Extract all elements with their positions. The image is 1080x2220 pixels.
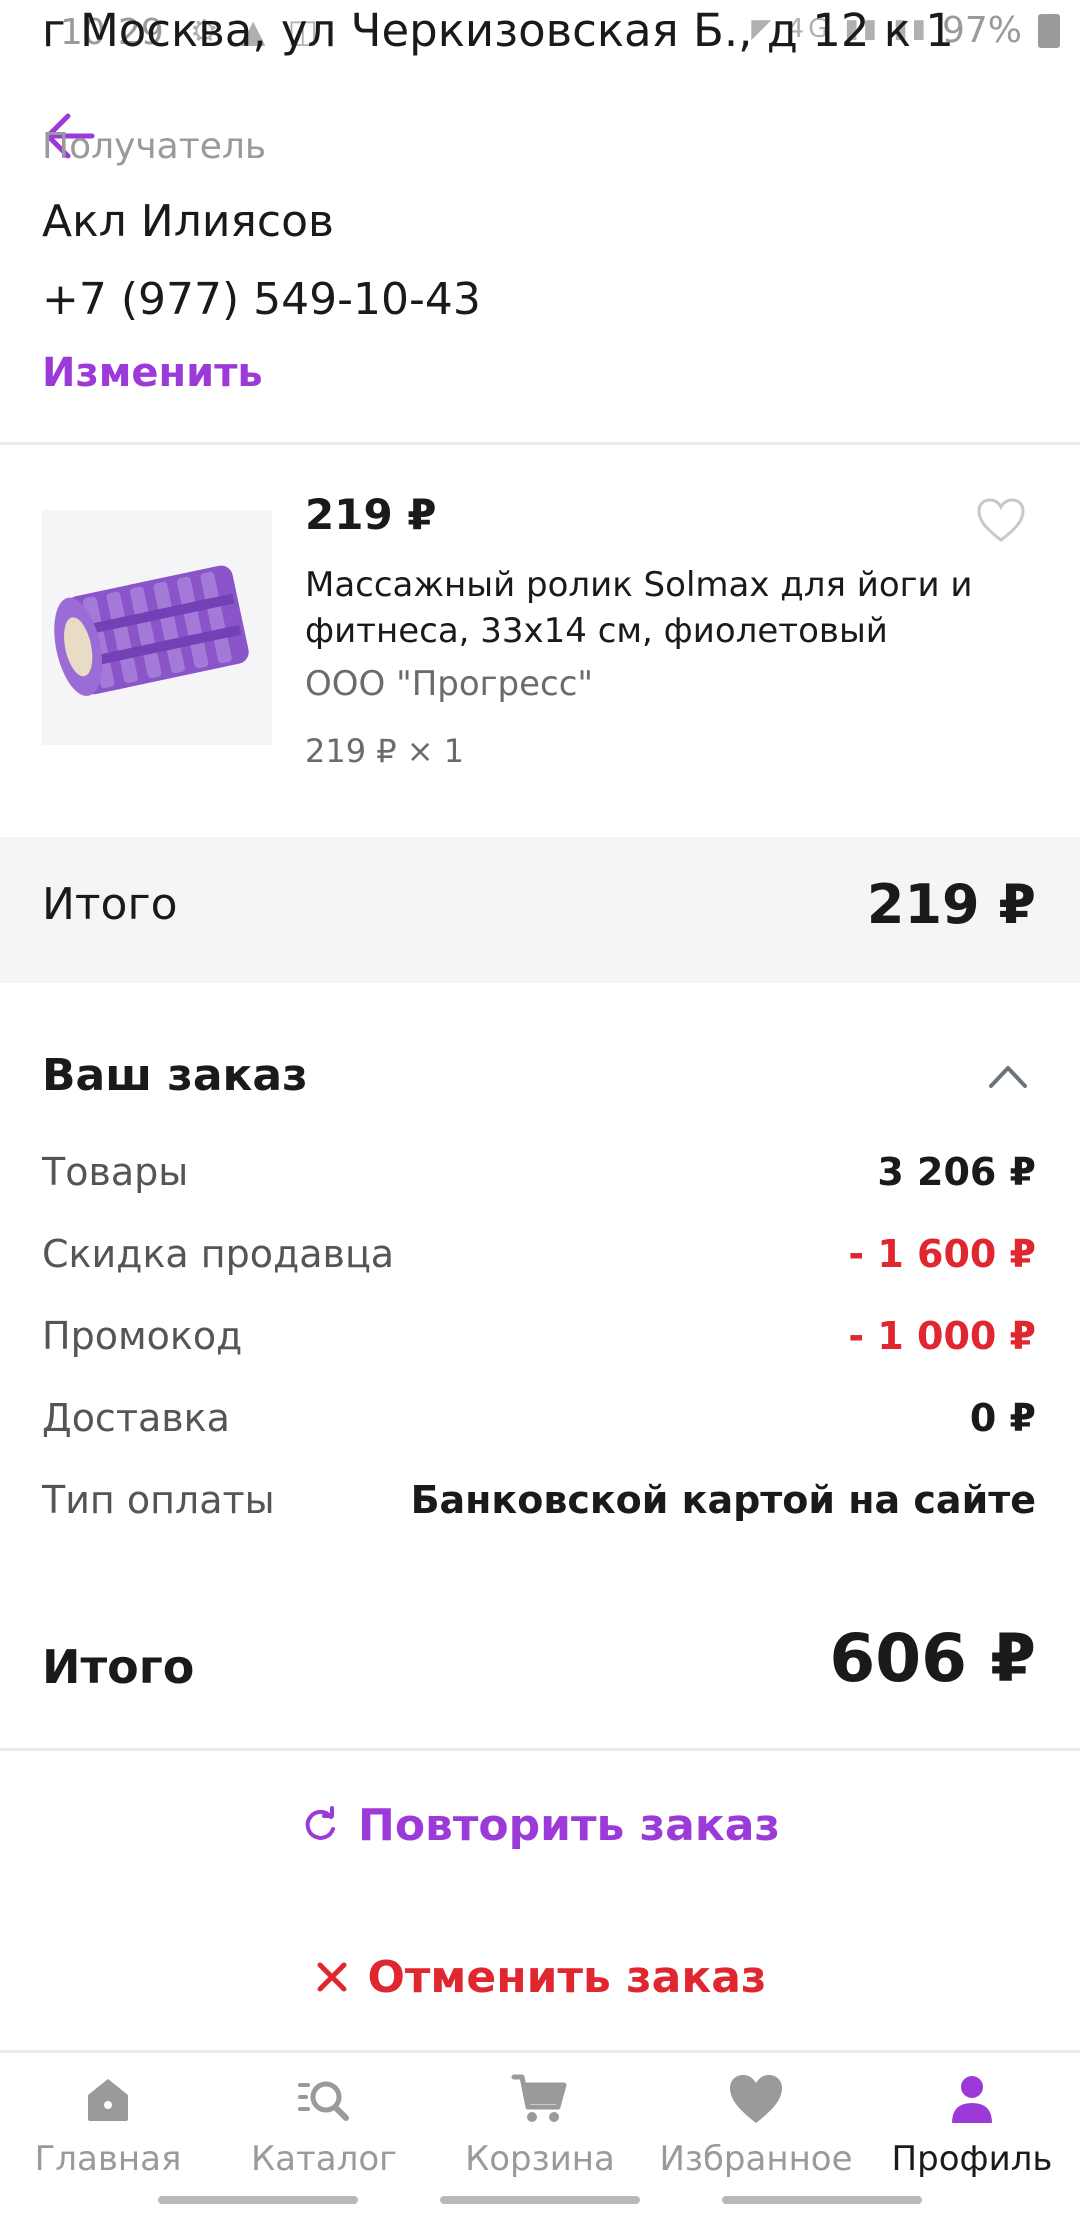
divider xyxy=(0,442,1080,445)
close-icon xyxy=(317,1962,347,1992)
row-value-payment-type: Банковской картой на сайте xyxy=(410,1478,1036,1522)
nav-profile-label: Профиль xyxy=(891,2139,1053,2179)
nav-cart[interactable]: Корзина xyxy=(432,2071,648,2201)
nav-profile[interactable]: Профиль xyxy=(864,2071,1080,2201)
recipient-label: Получатель xyxy=(42,126,267,167)
subtotal-value: 219 ₽ xyxy=(866,873,1036,936)
collapse-order-button[interactable] xyxy=(985,1058,1031,1094)
subtotal-label: Итого xyxy=(42,879,178,930)
battery-icon xyxy=(1038,14,1060,48)
gesture-bar xyxy=(722,2196,922,2204)
foam-roller-image xyxy=(42,510,272,745)
row-label-seller-discount: Скидка продавца xyxy=(42,1232,395,1276)
battery-percent: 97% xyxy=(941,10,1022,51)
total-value: 606 ₽ xyxy=(829,1620,1036,1697)
product-seller: ООО "Прогресс" xyxy=(305,664,594,704)
repeat-order-label: Повторить заказ xyxy=(358,1799,780,1851)
row-value-goods: 3 206 ₽ xyxy=(877,1150,1036,1194)
cancel-order-button[interactable]: Отменить заказ xyxy=(0,1922,1080,2032)
heart-outline-icon xyxy=(977,498,1025,542)
gesture-bar xyxy=(158,2196,358,2204)
row-value-delivery: 0 ₽ xyxy=(969,1396,1036,1440)
order-summary-heading: Ваш заказ xyxy=(42,1050,308,1101)
product-quantity: 219 ₽ × 1 xyxy=(305,732,465,770)
row-label-goods: Товары xyxy=(42,1150,189,1194)
nav-catalog-label: Каталог xyxy=(250,2139,397,2179)
profile-icon xyxy=(952,2076,992,2123)
nav-catalog[interactable]: Каталог xyxy=(216,2071,432,2201)
row-label-payment-type: Тип оплаты xyxy=(42,1478,275,1522)
recipient-name: Акл Илиясов xyxy=(42,196,334,247)
chevron-up-icon xyxy=(989,1066,1027,1088)
delivery-address: г Москва, ул Черкизовская Б., д 12 к 1 xyxy=(42,4,954,57)
nav-favorites[interactable]: Избранное xyxy=(648,2071,864,2201)
total-label: Итого xyxy=(42,1640,195,1694)
repeat-order-button[interactable]: Повторить заказ xyxy=(0,1770,1080,1880)
bottom-navigation: Главная Каталог Корзина Избранное Профил… xyxy=(0,2050,1080,2220)
row-label-delivery: Доставка xyxy=(42,1396,230,1440)
catalog-search-icon xyxy=(298,2081,349,2121)
product-title[interactable]: Массажный ролик Solmax для йоги и фитнес… xyxy=(305,562,1005,654)
cart-icon xyxy=(511,2074,567,2122)
nav-home[interactable]: Главная xyxy=(0,2071,216,2201)
product-price: 219 ₽ xyxy=(305,490,437,539)
gesture-bar xyxy=(440,2196,640,2204)
row-value-promocode: - 1 000 ₽ xyxy=(848,1314,1036,1358)
row-label-promocode: Промокод xyxy=(42,1314,243,1358)
cancel-order-label: Отменить заказ xyxy=(367,1951,767,2003)
nav-favorites-label: Избранное xyxy=(659,2139,853,2179)
favorite-button[interactable] xyxy=(975,496,1027,544)
refresh-icon xyxy=(305,1806,335,1840)
recipient-phone: +7 (977) 549-10-43 xyxy=(42,274,481,325)
product-image[interactable] xyxy=(42,510,272,745)
subtotal-band: Итого 219 ₽ xyxy=(0,837,1080,983)
nav-cart-label: Корзина xyxy=(465,2139,615,2179)
nav-home-label: Главная xyxy=(34,2139,182,2179)
heart-icon xyxy=(730,2075,782,2123)
change-recipient-link[interactable]: Изменить xyxy=(42,350,263,396)
home-icon xyxy=(88,2079,128,2121)
divider xyxy=(0,1748,1080,1751)
row-value-seller-discount: - 1 600 ₽ xyxy=(848,1232,1036,1276)
